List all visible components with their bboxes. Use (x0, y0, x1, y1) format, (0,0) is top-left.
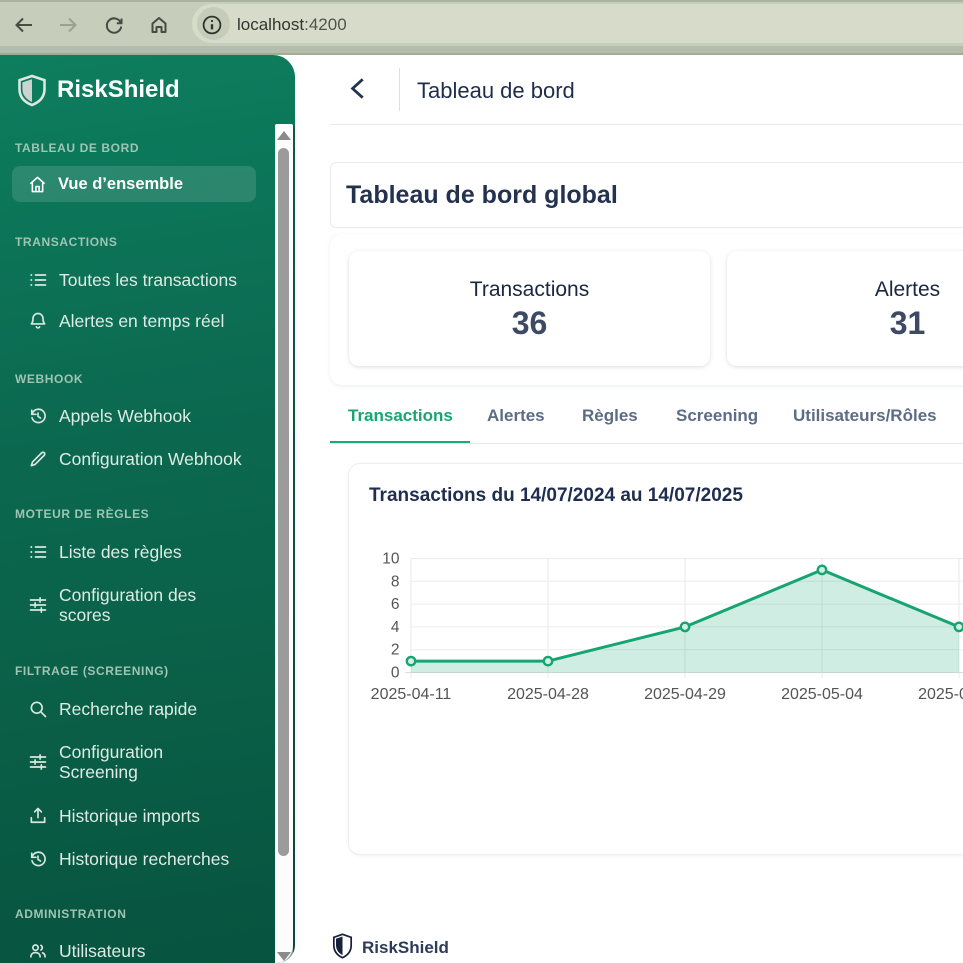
svg-text:8: 8 (391, 573, 400, 590)
svg-text:6: 6 (391, 596, 400, 613)
svg-text:10: 10 (382, 551, 400, 568)
svg-text:2025-05-04: 2025-05-04 (781, 686, 863, 703)
svg-text:0: 0 (391, 665, 400, 682)
svg-text:2: 2 (391, 642, 400, 659)
svg-text:2025-04-29: 2025-04-29 (644, 686, 726, 703)
svg-text:2025-04-11: 2025-04-11 (371, 686, 452, 703)
svg-text:2025-04-28: 2025-04-28 (507, 686, 589, 703)
svg-text:4: 4 (391, 619, 400, 636)
svg-text:2025-05-12: 2025-05-12 (918, 686, 963, 703)
